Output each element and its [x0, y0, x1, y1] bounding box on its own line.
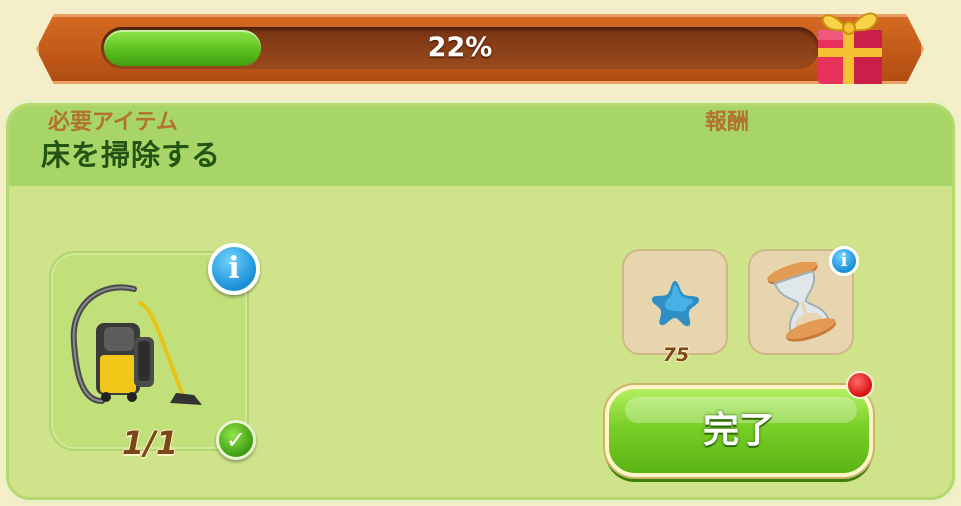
required-item-count: 1/1: [121, 424, 179, 462]
progress-percent: 22%: [427, 32, 493, 63]
star-reward-amount: 75: [662, 344, 690, 366]
gift-box-icon[interactable]: [810, 2, 888, 86]
item-info-icon[interactable]: i: [208, 243, 260, 295]
task-screen: 22% 床を掃除する 必要アイテム 報酬 i 1/1 ✓ 75 i 完了: [0, 0, 961, 506]
notification-dot: [846, 371, 874, 399]
task-title: 床を掃除する: [41, 138, 222, 172]
reward-info-icon[interactable]: i: [829, 246, 859, 276]
hourglass-icon: [767, 262, 837, 342]
complete-button-label: 完了: [702, 410, 775, 451]
checkmark-icon: ✓: [216, 420, 256, 460]
rewards-label: 報酬: [705, 110, 750, 135]
required-items-label: 必要アイテム: [48, 110, 178, 135]
vacuum-cleaner-icon: [70, 284, 202, 405]
blue-star-icon: [651, 281, 699, 327]
complete-button[interactable]: 完了: [605, 385, 873, 477]
